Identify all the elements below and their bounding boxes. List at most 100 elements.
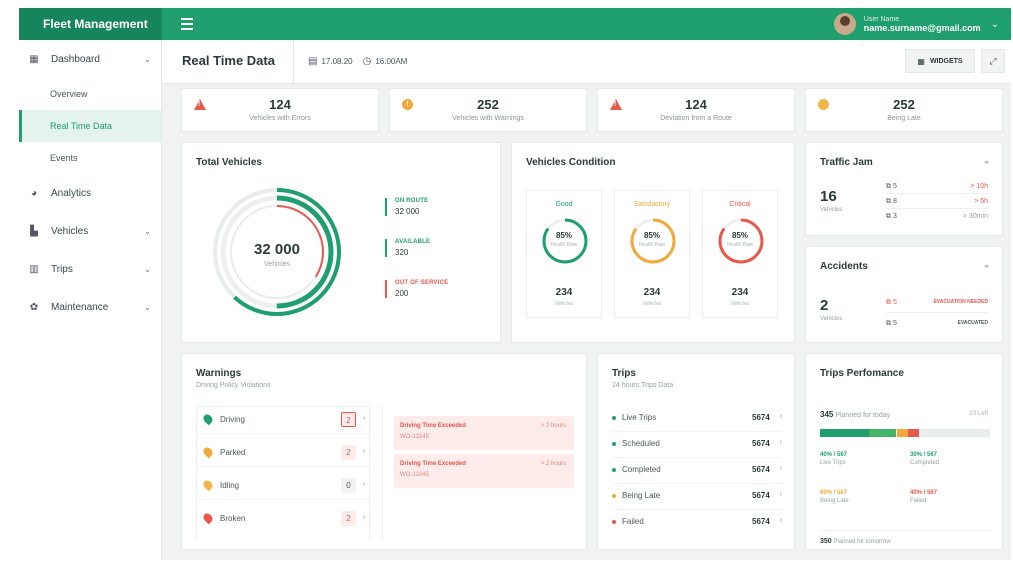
condition-percent: 85% (555, 231, 572, 240)
sidebar-subitem-overview[interactable]: Overview (19, 78, 161, 110)
total-unit: Vehicles (263, 261, 291, 268)
traffic-jam-card: Traffic Jam ⚭ 16 Vehicles ⧉ 5 > 10h ⧉ 8 > … (805, 142, 1003, 236)
card-subtitle: 24 hours Trips Data (612, 382, 674, 389)
sidebar-subitem-real-time-data[interactable]: Real Time Data (19, 110, 161, 142)
card-subtitle: Driving Policy Violations (196, 382, 271, 389)
chevron-right-icon: › (363, 514, 366, 521)
warning-alert[interactable]: Driving Time Exceeded > 2 hours WO-13245 (394, 454, 574, 488)
trip-row[interactable]: Being Late 5674 › (612, 484, 782, 510)
warning-name: Parked (220, 448, 246, 457)
trips-card: Trips 24 hours Trips Data Live Trips 5674… (597, 353, 795, 550)
location-pin-icon (201, 412, 215, 426)
card-title: Warnings (196, 368, 242, 379)
chevron-down-icon[interactable]: ⌄ (991, 19, 999, 30)
trip-row[interactable]: Failed 5674 › (612, 510, 782, 536)
legend-value: 32 000 (395, 207, 420, 216)
warning-count: 2 (341, 412, 356, 427)
warning-row-idling[interactable]: Idling 0 › (196, 472, 370, 500)
performance-stat: 40% / 567 Live Trips (820, 452, 848, 466)
chevron-down-icon: ⌄ (144, 54, 151, 64)
alert-hours: > 2 hours (540, 423, 566, 429)
total-vehicles-card: Total Vehicles 32 000 Vehicles ON ROUTE … (181, 142, 501, 343)
sidebar-item-label: Dashboard (51, 53, 100, 65)
legend-value: 200 (395, 289, 409, 298)
stat-value: 252 (893, 97, 915, 112)
sidebar-item-dashboard[interactable]: ▦ Dashboard ⌄ (19, 40, 161, 78)
alert-id: WO-13245 (400, 434, 430, 440)
user-menu[interactable]: User Name name.surname@gmail.com ⌄ (833, 10, 999, 38)
stat-card-warnings[interactable]: ! 252 Vehicles with Warnings (389, 88, 587, 132)
condition-ring (718, 218, 764, 264)
condition-good[interactable]: Good 85% Health Rate 234 Vehicles (526, 190, 602, 318)
trip-row[interactable]: Live Trips 5674 › (612, 406, 782, 432)
condition-ring (630, 218, 676, 264)
alert-id: WO-13245 (400, 472, 430, 478)
accidents-value: 2 (820, 297, 829, 314)
stat-value: 252 (477, 97, 499, 112)
condition-count: 234 (731, 287, 749, 298)
condition-percent-label: Health Rate (550, 242, 578, 248)
sidebar-item-maintenance[interactable]: ✿ Maintenance ⌄ (19, 288, 161, 326)
condition-count-label: Vehicles (642, 301, 662, 307)
sidebar-item-label: Trips (51, 263, 73, 275)
warning-row-driving[interactable]: Driving 2 › (196, 406, 370, 434)
date-time: ▤ 17.08.20 ◷ 16:00AM (308, 56, 407, 67)
stat-label: Vehicles with Warnings (452, 115, 524, 122)
condition-name: Good (555, 201, 573, 208)
card-title: Trips (612, 368, 636, 379)
legend-on-route: ON ROUTE 32 000 (385, 198, 428, 216)
warning-name: Driving (220, 415, 245, 424)
card-title: Vehicles Condition (526, 157, 616, 168)
performance-segment (908, 429, 919, 437)
condition-count-label: Vehicles (554, 301, 574, 307)
accidents-row: ⧉ 5 EVACUATED (886, 320, 988, 327)
stat-label: Vehicles with Errors (249, 115, 311, 122)
car-icon: ⚭ (983, 158, 990, 167)
sidebar-subitem-events[interactable]: Events (19, 142, 161, 174)
legend-label: AVAILABLE (395, 239, 431, 245)
accidents-unit: Vehicles (820, 316, 843, 322)
chevron-right-icon: › (779, 439, 782, 446)
stat-card-late[interactable]: 252 Being Late (805, 88, 1003, 132)
condition-critical[interactable]: Critical 85% Health Rate 234 Vehicles (702, 190, 778, 318)
warning-row-broken[interactable]: Broken 2 › (196, 505, 370, 533)
warnings-card: Warnings Driving Policy Violations Drivi… (181, 353, 587, 550)
chevron-right-icon: › (363, 481, 366, 488)
sidebar-subitem-label: Events (50, 153, 78, 163)
chevron-right-icon: › (779, 465, 782, 472)
card-title: Total Vehicles (196, 157, 262, 168)
page-header: Real Time Data ▤ 17.08.20 ◷ 16:00AM ▦ WI… (162, 40, 1011, 84)
condition-percent: 85% (731, 231, 748, 240)
trip-row[interactable]: Completed 5674 › (612, 458, 782, 484)
expand-icon: ⤢ (989, 55, 997, 66)
truck-icon: ▙ (30, 225, 38, 237)
top-bar: Fleet Management User Name name.surname@… (19, 8, 1011, 40)
warning-row-parked[interactable]: Parked 2 › (196, 439, 370, 467)
pie-chart-icon: ◕ (30, 187, 38, 199)
condition-count-label: Vehicles (730, 301, 750, 307)
condition-percent-label: Health Rate (638, 242, 666, 248)
performance-stat: 40% / 567 Failed (910, 490, 938, 504)
widgets-button[interactable]: ▦ WIDGETS (905, 49, 975, 73)
performance-segment (896, 429, 909, 437)
traffic-row: ⧉ 5 > 10h (886, 183, 988, 194)
sidebar-item-vehicles[interactable]: ▙ Vehicles ⌄ (19, 212, 161, 250)
planned-tomorrow-value: 350 (820, 538, 832, 545)
condition-name: Critical (729, 201, 751, 208)
location-pin-icon (201, 478, 215, 492)
warning-alert[interactable]: Driving Time Exceeded > 2 hours WO-13245 (394, 416, 574, 450)
expand-button[interactable]: ⤢ (981, 49, 1005, 73)
sidebar-item-label: Maintenance (51, 301, 109, 313)
chevron-right-icon: › (779, 413, 782, 420)
brand-title: Fleet Management (19, 8, 162, 40)
stat-card-errors[interactable]: 124 Vehicles with Errors (181, 88, 379, 132)
sidebar-item-trips[interactable]: ▥ Trips ⌄ (19, 250, 161, 288)
card-title: Traffic Jam (820, 157, 873, 168)
legend-available: AVAILABLE 320 (385, 239, 430, 257)
menu-icon[interactable] (181, 18, 193, 30)
sidebar-item-analytics[interactable]: ◕ Analytics (19, 174, 161, 212)
location-pin-icon (201, 511, 215, 525)
trip-row[interactable]: Scheduled 5674 › (612, 432, 782, 458)
stat-card-deviation[interactable]: 124 Deviation from a Route (597, 88, 795, 132)
condition-satisfactory[interactable]: Satisfactory 85% Health Rate 234 Vehicle… (614, 190, 690, 318)
